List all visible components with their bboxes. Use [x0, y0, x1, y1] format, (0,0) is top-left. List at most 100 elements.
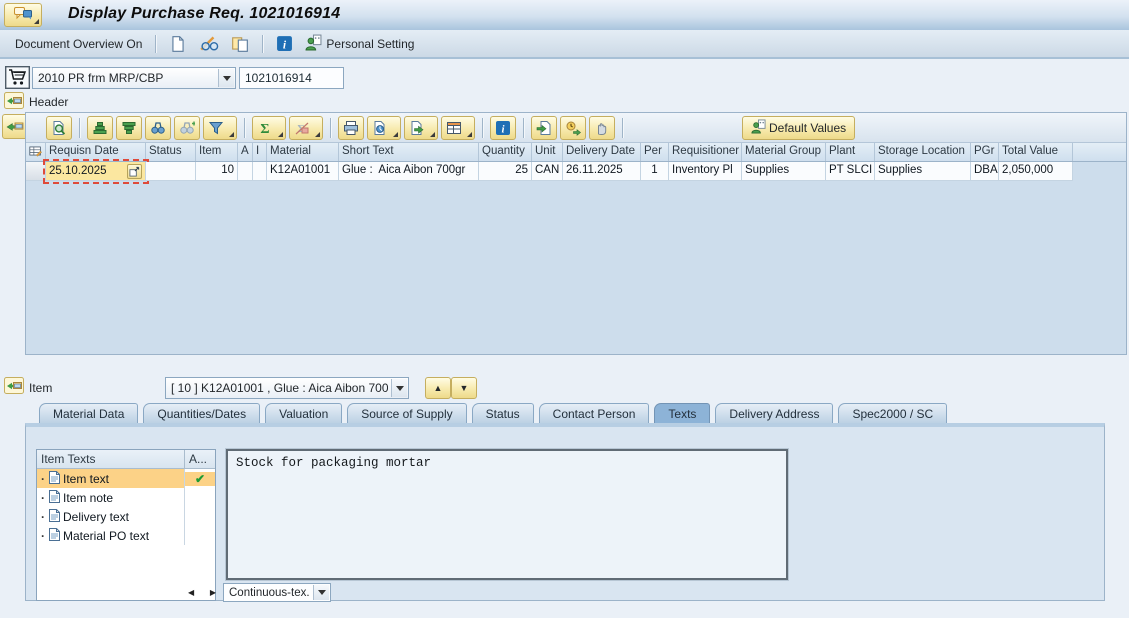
window-title: Display Purchase Req. 1021016914: [68, 5, 341, 22]
hold-hand-icon[interactable]: [589, 115, 615, 140]
short-text-cell[interactable]: Glue : Aica Aibon 700gr: [339, 162, 479, 181]
create-document-icon[interactable]: [166, 32, 190, 56]
column-header[interactable]: Delivery Date: [563, 143, 641, 161]
tab-spec2000-sc[interactable]: Spec2000 / SC: [838, 403, 948, 423]
row-select-cell[interactable]: [26, 162, 46, 181]
select-all-icon[interactable]: [26, 143, 46, 161]
sort-ascending-icon[interactable]: [87, 115, 113, 140]
chat-bubbles-icon: [14, 6, 32, 25]
column-header[interactable]: Status: [146, 143, 196, 161]
grid-header-row: Requisn Date Status Item A I Material Sh…: [26, 143, 1126, 162]
column-header[interactable]: Plant: [826, 143, 875, 161]
chevron-down-icon: [313, 585, 329, 600]
total-value-cell[interactable]: 2,050,000: [999, 162, 1073, 181]
document-number-field[interactable]: [239, 67, 344, 89]
person-icon: [751, 118, 766, 137]
text-type-item-text[interactable]: Item text ✔: [37, 469, 215, 488]
possible-entries-icon[interactable]: [127, 163, 142, 179]
column-header[interactable]: Requisitioner: [669, 143, 742, 161]
toolbar-separator: [523, 117, 524, 138]
print-icon[interactable]: [338, 115, 364, 140]
tab-material-data[interactable]: Material Data: [39, 403, 139, 423]
document-overview-button[interactable]: Document Overview On: [12, 32, 145, 56]
tab-quantities-dates[interactable]: Quantities/Dates: [143, 403, 261, 423]
find-icon[interactable]: [145, 115, 171, 140]
column-header[interactable]: Storage Location: [875, 143, 971, 161]
text-type-item-note[interactable]: Item note: [37, 488, 215, 507]
requisitioner-cell[interactable]: Inventory Pl: [669, 162, 742, 181]
column-header[interactable]: Requisn Date: [46, 143, 146, 161]
toolbar-separator: [79, 117, 80, 138]
print-preview-icon[interactable]: [367, 115, 401, 140]
next-item-button[interactable]: ▼: [451, 377, 477, 399]
column-header[interactable]: Unit: [532, 143, 563, 161]
item-expand-icon[interactable]: [4, 377, 24, 397]
find-next-icon[interactable]: [174, 115, 200, 140]
column-header[interactable]: PGr: [971, 143, 999, 161]
tab-texts[interactable]: Texts: [654, 403, 711, 423]
toolbar-separator: [482, 117, 483, 138]
application-toolbar: Document Overview On i Personal Setting: [0, 30, 1129, 59]
tab-status[interactable]: Status: [471, 403, 534, 423]
subtotal-icon[interactable]: Σ: [289, 115, 323, 140]
material-cell[interactable]: K12A01001: [267, 162, 339, 181]
material-group-cell[interactable]: Supplies: [742, 162, 826, 181]
toolbar-separator: [262, 34, 264, 53]
display-change-icon[interactable]: [196, 32, 222, 56]
column-header[interactable]: I: [253, 143, 267, 161]
column-header[interactable]: Short Text: [339, 143, 479, 161]
down-arrow-icon: ▼: [459, 383, 469, 393]
pgr-cell[interactable]: DBA: [971, 162, 999, 181]
tab-contact-person[interactable]: Contact Person: [538, 403, 650, 423]
tab-delivery-address[interactable]: Delivery Address: [715, 403, 834, 423]
detail-icon[interactable]: [46, 115, 72, 140]
filter-icon[interactable]: [203, 115, 237, 140]
column-header[interactable]: Quantity: [479, 143, 532, 161]
default-values-button[interactable]: Default Values: [742, 115, 856, 140]
text-document-icon: [49, 508, 60, 525]
requisn-date-cell[interactable]: 25.10.2025: [43, 159, 149, 184]
column-header[interactable]: A: [238, 143, 253, 161]
tab-source-of-supply[interactable]: Source of Supply: [347, 403, 467, 423]
header-expand-icon[interactable]: [4, 92, 24, 112]
other-document-icon[interactable]: [228, 32, 252, 56]
quantity-cell[interactable]: 25: [479, 162, 532, 181]
i-cell[interactable]: [253, 162, 267, 181]
gui-services-menu-button[interactable]: [4, 3, 42, 27]
column-header[interactable]: Material Group: [742, 143, 826, 161]
text-type-delivery-text[interactable]: Delivery text: [37, 507, 215, 526]
info-icon[interactable]: i: [273, 32, 296, 56]
tab-valuation[interactable]: Valuation: [265, 403, 343, 423]
storage-location-cell[interactable]: Supplies: [875, 162, 971, 181]
status-cell[interactable]: [146, 162, 196, 181]
text-editor[interactable]: Stock for packaging mortar: [226, 449, 788, 580]
column-header[interactable]: Material: [267, 143, 339, 161]
choose-layout-icon[interactable]: [441, 115, 475, 140]
document-type-select[interactable]: 2010 PR frm MRP/CBP: [32, 67, 236, 89]
sum-icon[interactable]: Σ: [252, 115, 286, 140]
column-header[interactable]: Per: [641, 143, 669, 161]
scroll-left-icon[interactable]: ◀: [188, 588, 194, 597]
info-icon[interactable]: i: [490, 115, 516, 140]
text-format-select[interactable]: Continuous-tex...: [223, 583, 331, 602]
export-icon[interactable]: [404, 115, 438, 140]
personal-setting-button[interactable]: Personal Setting: [302, 32, 417, 56]
item-section-label: Item: [29, 381, 53, 395]
plant-cell[interactable]: PT SLCI: [826, 162, 875, 181]
chevron-down-icon: [218, 69, 234, 87]
a-cell[interactable]: [238, 162, 253, 181]
sort-descending-icon[interactable]: [116, 115, 142, 140]
copy-items-icon[interactable]: [531, 115, 557, 140]
item-cell[interactable]: 10: [196, 162, 238, 181]
per-cell[interactable]: 1: [641, 162, 669, 181]
text-document-icon: [49, 489, 60, 506]
scroll-right-icon[interactable]: ▶: [210, 588, 216, 597]
schedule-icon[interactable]: [560, 115, 586, 140]
item-select[interactable]: [ 10 ] K12A01001 , Glue : Aica Aibon 700…: [165, 377, 409, 399]
previous-item-button[interactable]: ▲: [425, 377, 451, 399]
delivery-date-cell[interactable]: 26.11.2025: [563, 162, 641, 181]
text-type-material-po-text[interactable]: Material PO text: [37, 526, 215, 545]
column-header[interactable]: Total Value: [999, 143, 1073, 161]
unit-cell[interactable]: CAN: [532, 162, 563, 181]
column-header[interactable]: Item: [196, 143, 238, 161]
